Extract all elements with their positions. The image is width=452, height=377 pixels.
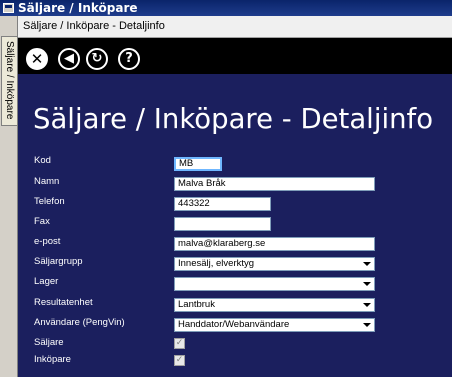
kod-field[interactable]: MB <box>174 157 222 171</box>
window-icon <box>3 3 14 13</box>
checkmark-icon: ✓ <box>175 338 184 348</box>
page-title: Säljare / Inköpare - Detaljinfo <box>33 103 434 135</box>
inkopare-checkbox[interactable]: ✓ <box>174 355 185 366</box>
inkopare-label: Inköpare <box>34 354 71 365</box>
back-button[interactable]: ◀ <box>58 48 80 70</box>
fax-label: Fax <box>34 216 50 227</box>
saljargrupp-label: Säljargrupp <box>34 256 83 267</box>
side-tab-label: Säljare / Inköpare <box>4 41 15 120</box>
window-title: Säljare / Inköpare <box>18 1 138 15</box>
document-header: Säljare / Inköpare - Detaljinfo <box>18 16 452 38</box>
saljargrupp-value: Innesälj, elverktyg <box>178 258 255 269</box>
lager-label: Lager <box>34 276 59 287</box>
back-icon: ◀ <box>64 51 74 66</box>
close-icon: ✕ <box>30 50 44 68</box>
resultatenhet-select[interactable]: Lantbruk <box>174 298 375 312</box>
telefon-label: Telefon <box>34 196 65 207</box>
refresh-button[interactable]: ↻ <box>86 48 108 70</box>
anvandare-label: Användare (PengVin) <box>34 317 125 328</box>
chevron-down-icon <box>363 323 371 327</box>
lager-select[interactable] <box>174 277 375 291</box>
refresh-icon: ↻ <box>91 51 103 66</box>
window-titlebar[interactable]: Säljare / Inköpare <box>0 0 452 16</box>
help-icon: ? <box>125 51 133 66</box>
anvandare-value: Handdator/Webanvändare <box>178 319 290 330</box>
help-button[interactable]: ? <box>118 48 140 70</box>
telefon-field[interactable]: 443322 <box>174 197 271 211</box>
chevron-down-icon <box>363 303 371 307</box>
resultatenhet-label: Resultatenhet <box>34 297 93 308</box>
kod-label: Kod <box>34 155 51 166</box>
saljargrupp-select[interactable]: Innesälj, elverktyg <box>174 257 375 271</box>
epost-field[interactable]: malva@klaraberg.se <box>174 237 375 251</box>
document-header-title: Säljare / Inköpare - Detaljinfo <box>23 20 165 32</box>
close-button[interactable]: ✕ <box>26 48 48 70</box>
chevron-down-icon <box>363 282 371 286</box>
chevron-down-icon <box>363 262 371 266</box>
namn-field[interactable]: Malva Bråk <box>174 177 375 191</box>
epost-label: e-post <box>34 236 61 247</box>
fax-field[interactable] <box>174 217 271 231</box>
checkmark-icon: ✓ <box>175 355 184 365</box>
side-tab-strip: Säljare / Inköpare <box>0 16 18 377</box>
detail-panel: Säljare / Inköpare - Detaljinfo Kod MB N… <box>18 74 452 377</box>
resultatenhet-value: Lantbruk <box>178 299 215 310</box>
anvandare-select[interactable]: Handdator/Webanvändare <box>174 318 375 332</box>
saljare-label: Säljare <box>34 337 64 348</box>
saljare-checkbox[interactable]: ✓ <box>174 338 185 349</box>
namn-label: Namn <box>34 176 60 187</box>
side-tab[interactable]: Säljare / Inköpare <box>1 36 17 126</box>
toolbar: ✕ ◀ ↻ ? <box>18 38 452 74</box>
